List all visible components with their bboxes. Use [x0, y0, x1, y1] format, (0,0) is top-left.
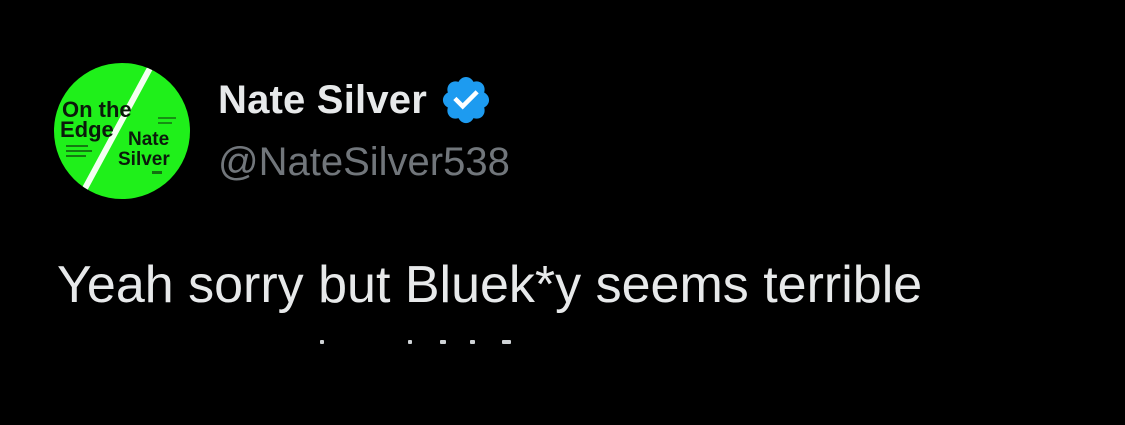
author-handle[interactable]: @NateSilver538: [218, 140, 510, 185]
cutoff-next-line-fragment: [320, 340, 540, 346]
book-cover-avatar-icon: On the Edge Nate Silver: [54, 63, 190, 199]
avatar-cover-author-line1: Nate: [128, 129, 169, 150]
avatar-cover-author-line2: Silver: [118, 149, 170, 170]
verified-badge-icon[interactable]: [439, 73, 493, 127]
author-display-name[interactable]: Nate Silver: [218, 78, 427, 123]
profile-avatar[interactable]: On the Edge Nate Silver: [54, 63, 190, 199]
tweet-card: On the Edge Nate Silver Nate Silver @Nat…: [0, 0, 1125, 425]
tweet-body-text: Yeah sorry but Bluek*y seems terrible: [57, 256, 923, 314]
avatar-cover-title-line2: Edge: [60, 117, 114, 142]
author-name-row: Nate Silver: [218, 74, 493, 126]
